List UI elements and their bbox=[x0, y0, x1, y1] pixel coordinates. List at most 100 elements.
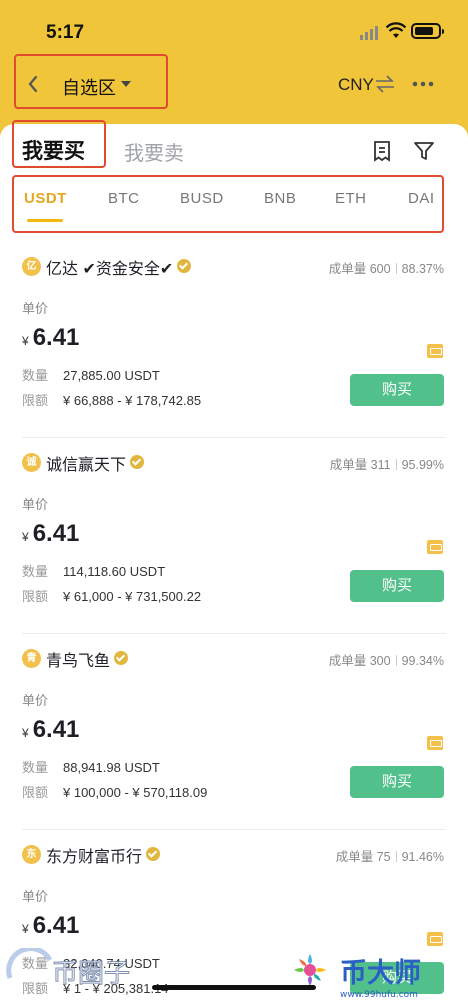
price-value: 6.41 bbox=[32, 912, 80, 939]
verified-badge-icon bbox=[130, 455, 145, 469]
currency-selector[interactable]: CNY bbox=[338, 75, 374, 95]
page-title[interactable]: 自选区 bbox=[62, 74, 116, 100]
currency-symbol: ¥ bbox=[22, 530, 29, 544]
merchant-name[interactable]: 青鸟飞鱼 bbox=[46, 653, 110, 670]
order-count: 成单量 300 bbox=[328, 654, 391, 668]
dropdown-caret-icon[interactable] bbox=[121, 81, 131, 87]
watermark-left-logo: 币圈子 bbox=[6, 948, 131, 990]
merchant-avatar: 诚 bbox=[22, 453, 41, 472]
bank-card-payment-icon bbox=[427, 344, 443, 358]
currency-symbol: ¥ bbox=[22, 922, 29, 936]
watermark-right-text: 币大师 bbox=[340, 958, 421, 989]
quantity-row: 数量 114,118.60 USDT bbox=[22, 561, 165, 580]
merchant-avatar: 亿 bbox=[22, 257, 41, 276]
more-options-icon[interactable] bbox=[412, 78, 434, 90]
verified-badge-icon bbox=[114, 651, 129, 665]
coin-tab-eth[interactable]: ETH bbox=[335, 190, 367, 207]
coin-tab-busd[interactable]: BUSD bbox=[180, 190, 224, 207]
quantity-value: 88,941.98 USDT bbox=[63, 760, 160, 775]
quantity-value: 114,118.60 USDT bbox=[63, 564, 166, 579]
swap-arrows-icon[interactable] bbox=[374, 73, 396, 95]
price: ¥6.41 bbox=[22, 324, 79, 352]
price-label: 单价 bbox=[22, 889, 49, 904]
cellular-signal-icon bbox=[360, 26, 378, 40]
quantity-row: 数量 27,885.00 USDT bbox=[22, 365, 160, 384]
price-value: 6.41 bbox=[32, 520, 80, 547]
quantity-label: 数量 bbox=[22, 368, 49, 383]
merchant-avatar: 青 bbox=[22, 649, 41, 668]
merchant-name-row[interactable]: 诚信赢天下 bbox=[46, 451, 145, 475]
price: ¥6.41 bbox=[22, 716, 79, 744]
merchant-name[interactable]: 东方财富币行 bbox=[46, 849, 142, 866]
back-chevron-icon[interactable] bbox=[26, 74, 40, 94]
tab-buy[interactable]: 我要买 bbox=[22, 135, 85, 165]
verified-badge-icon bbox=[177, 259, 192, 273]
status-time: 5:17 bbox=[46, 22, 85, 43]
currency-symbol: ¥ bbox=[22, 334, 29, 348]
quantity-row: 数量 88,941.98 USDT bbox=[22, 757, 160, 776]
limit-label: 限额 bbox=[22, 589, 49, 604]
order-list-icon[interactable] bbox=[372, 140, 392, 162]
merchant-avatar: 东 bbox=[22, 845, 41, 864]
quantity-label: 数量 bbox=[22, 564, 49, 579]
price-value: 6.41 bbox=[32, 324, 80, 351]
verified-badge-icon bbox=[146, 847, 161, 861]
merchant-stats: 成单量 300 99.34% bbox=[329, 650, 444, 669]
price-value: 6.41 bbox=[32, 716, 80, 743]
ad-card: 诚 诚信赢天下 成单量 311 95.99% 单价 ¥6.41 数量 114,118… bbox=[0, 438, 468, 634]
ad-card: 亿 亿达 ✔资金安全✔ 成单量 600 88.37% 单价 ¥6.41 数量 27,… bbox=[0, 242, 468, 438]
order-count: 成单量 311 bbox=[329, 458, 391, 472]
active-tab-indicator bbox=[27, 219, 63, 222]
battery-icon bbox=[411, 23, 444, 39]
buy-button[interactable]: 购买 bbox=[350, 374, 444, 406]
completion-rate: 95.99% bbox=[401, 458, 444, 472]
limit-value: ¥ 61,000 - ¥ 731,500.22 bbox=[63, 589, 202, 604]
coin-tab-dai[interactable]: DAI bbox=[408, 190, 435, 207]
wifi-icon bbox=[386, 22, 406, 38]
ad-card: 青 青鸟飞鱼 成单量 300 99.34% 单价 ¥6.41 数量 88,941.9… bbox=[0, 634, 468, 830]
coin-tab-bnb[interactable]: BNB bbox=[264, 190, 296, 207]
buy-button[interactable]: 购买 bbox=[350, 766, 444, 798]
order-count: 成单量 600 bbox=[328, 262, 391, 276]
watermark-right-url: www.99hufu.com bbox=[340, 990, 418, 1000]
coin-tab-btc[interactable]: BTC bbox=[108, 190, 140, 207]
completion-rate: 88.37% bbox=[401, 262, 444, 276]
bank-card-payment-icon bbox=[427, 932, 443, 946]
completion-rate: 91.46% bbox=[401, 850, 444, 864]
filter-icon[interactable] bbox=[413, 140, 435, 162]
merchant-name[interactable]: 亿达 ✔资金安全✔ bbox=[46, 261, 173, 278]
currency-symbol: ¥ bbox=[22, 726, 29, 740]
merchant-name-row[interactable]: 青鸟飞鱼 bbox=[46, 647, 129, 671]
limit-label: 限额 bbox=[22, 785, 49, 800]
home-indicator[interactable] bbox=[152, 985, 316, 990]
price-label: 单价 bbox=[22, 497, 49, 512]
completion-rate: 99.34% bbox=[401, 654, 444, 668]
limit-value: ¥ 100,000 - ¥ 570,118.09 bbox=[63, 785, 208, 800]
bank-card-payment-icon bbox=[427, 540, 443, 554]
limit-row: 限额 ¥ 61,000 - ¥ 731,500.22 bbox=[22, 586, 201, 605]
coin-tabs-highlight-box bbox=[12, 175, 444, 233]
merchant-stats: 成单量 600 88.37% bbox=[329, 258, 444, 277]
limit-row: 限额 ¥ 66,888 - ¥ 178,742.85 bbox=[22, 390, 201, 409]
watermark-right-logo: 币大师 www.99hufu.com bbox=[294, 954, 421, 1000]
buy-button[interactable]: 购买 bbox=[350, 570, 444, 602]
coin-tab-usdt[interactable]: USDT bbox=[24, 190, 67, 207]
limit-row: 限额 ¥ 100,000 - ¥ 570,118.09 bbox=[22, 782, 207, 801]
limit-value: ¥ 66,888 - ¥ 178,742.85 bbox=[63, 393, 202, 408]
watermark-left-text: 币圈子 bbox=[52, 959, 130, 989]
merchant-name-row[interactable]: 亿达 ✔资金安全✔ bbox=[46, 255, 192, 279]
bank-card-payment-icon bbox=[427, 736, 443, 750]
price: ¥6.41 bbox=[22, 912, 79, 940]
order-count: 成单量 75 bbox=[335, 850, 391, 864]
merchant-stats: 成单量 75 91.46% bbox=[336, 846, 444, 865]
status-bar: 5:17 bbox=[0, 0, 468, 56]
tab-sell[interactable]: 我要卖 bbox=[124, 137, 184, 166]
price-label: 单价 bbox=[22, 693, 49, 708]
quantity-value: 27,885.00 USDT bbox=[63, 368, 160, 383]
merchant-name-row[interactable]: 东方财富币行 bbox=[46, 843, 161, 867]
merchant-name[interactable]: 诚信赢天下 bbox=[46, 457, 126, 474]
quantity-label: 数量 bbox=[22, 760, 49, 775]
price-label: 单价 bbox=[22, 301, 49, 316]
merchant-stats: 成单量 311 95.99% bbox=[330, 454, 444, 473]
limit-label: 限额 bbox=[22, 393, 49, 408]
